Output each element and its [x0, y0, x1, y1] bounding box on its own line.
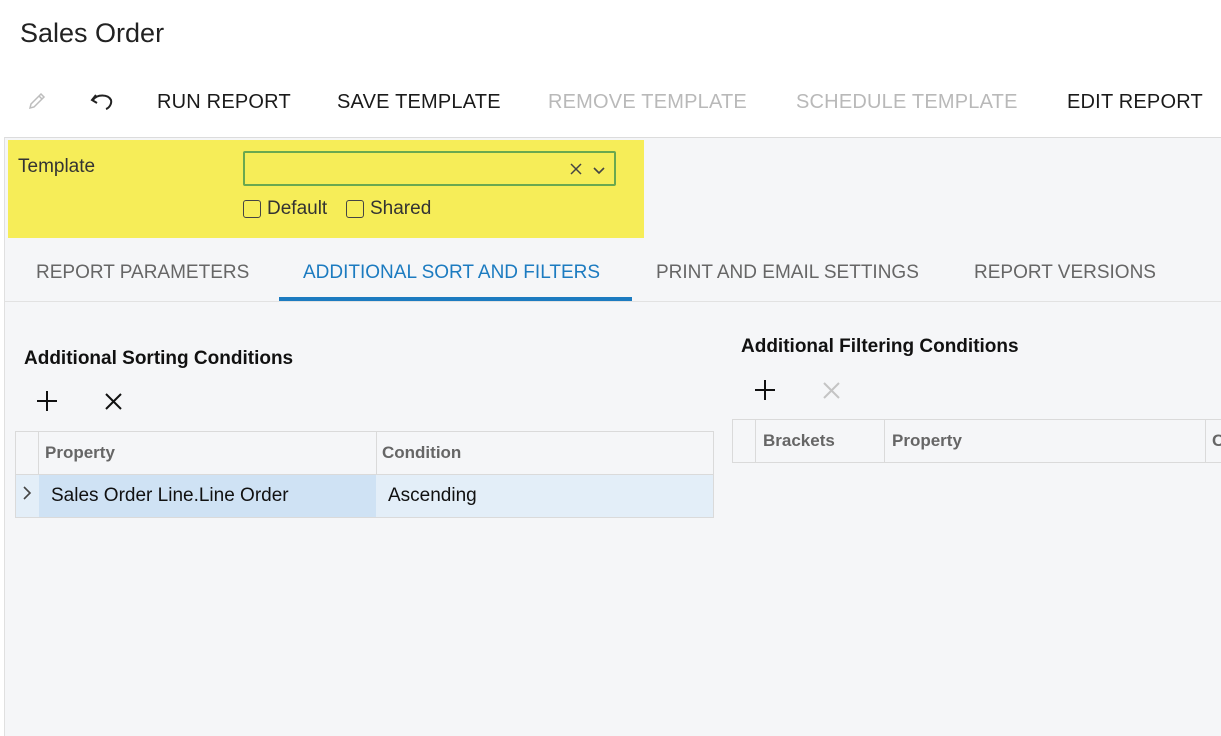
run-report-button[interactable]: RUN REPORT: [157, 88, 291, 116]
save-template-button[interactable]: SAVE TEMPLATE: [337, 88, 501, 116]
filtering-header-brackets[interactable]: Brackets: [763, 431, 835, 451]
tab-print-and-email-settings[interactable]: PRINT AND EMAIL SETTINGS: [656, 262, 919, 284]
template-select[interactable]: [243, 151, 616, 186]
default-checkbox-label: Default: [267, 198, 328, 219]
filtering-grid: Brackets Property C: [732, 419, 1221, 463]
shared-checkbox[interactable]: [346, 200, 364, 218]
chevron-right-icon[interactable]: [22, 486, 32, 505]
default-checkbox[interactable]: [243, 200, 261, 218]
filtering-header-property[interactable]: Property: [892, 431, 962, 451]
default-checkbox-group[interactable]: Default: [243, 198, 327, 220]
property-cell[interactable]: Sales Order Line.Line Order: [39, 475, 376, 517]
template-label: Template: [18, 156, 96, 177]
delete-filter-close-icon: [822, 381, 841, 405]
active-tab-indicator: [279, 297, 632, 301]
page-title: Sales Order: [20, 18, 165, 48]
shared-checkbox-label: Shared: [370, 198, 432, 219]
schedule-template-button[interactable]: SCHEDULE TEMPLATE: [796, 88, 1018, 116]
delete-sort-close-icon[interactable]: [104, 392, 123, 416]
property-value: Sales Order Line.Line Order: [51, 485, 289, 506]
sorting-header-condition[interactable]: Condition: [382, 443, 461, 463]
tab-report-parameters[interactable]: REPORT PARAMETERS: [36, 262, 249, 284]
add-sort-plus-icon[interactable]: [35, 389, 59, 418]
remove-template-button[interactable]: REMOVE TEMPLATE: [548, 88, 747, 116]
tab-additional-sort-and-filters[interactable]: ADDITIONAL SORT AND FILTERS: [303, 262, 600, 284]
condition-value[interactable]: Ascending: [388, 485, 477, 507]
undo-icon[interactable]: [87, 86, 117, 116]
chevron-down-icon[interactable]: [593, 163, 605, 181]
clear-icon[interactable]: [570, 162, 582, 180]
shared-checkbox-group[interactable]: Shared: [346, 198, 431, 220]
sorting-header-property[interactable]: Property: [45, 443, 115, 463]
filtering-header-condition[interactable]: C: [1212, 431, 1221, 451]
edit-report-button[interactable]: EDIT REPORT: [1067, 88, 1203, 116]
edit-pencil-icon[interactable]: [22, 86, 52, 116]
sorting-section-title: Additional Sorting Conditions: [24, 348, 294, 369]
add-filter-plus-icon[interactable]: [753, 378, 777, 407]
filtering-section-title: Additional Filtering Conditions: [741, 336, 1019, 357]
table-row[interactable]: Sales Order Line.Line Order Ascending: [16, 475, 713, 517]
tab-report-versions[interactable]: REPORT VERSIONS: [974, 262, 1156, 284]
sorting-grid: Property Condition Sales Order Line.Line…: [15, 431, 714, 518]
